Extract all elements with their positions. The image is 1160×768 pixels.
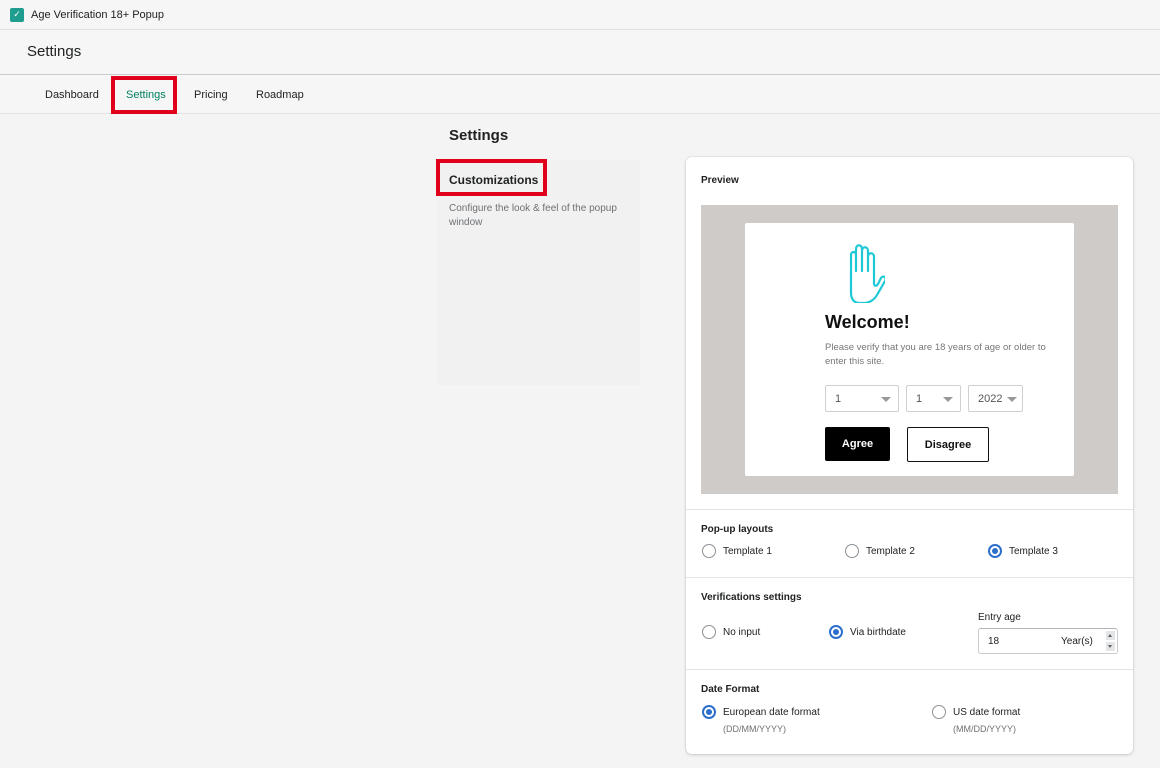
- agree-button[interactable]: Agree: [825, 427, 890, 461]
- radio-circle: [702, 544, 716, 558]
- customizations-description: Configure the look & feel of the popup w…: [449, 203, 617, 228]
- european-date-note: (DD/MM/YYYY): [723, 724, 786, 734]
- radio-circle-selected: [829, 625, 843, 639]
- app-name: Age Verification 18+ Popup: [31, 8, 165, 21]
- page-title: Settings: [27, 43, 82, 60]
- disagree-button[interactable]: Disagree: [907, 427, 989, 462]
- popup-title: Welcome!: [825, 312, 910, 332]
- settings-card: Preview Welcome! Please verify that you …: [686, 157, 1133, 754]
- day-value: 1: [835, 392, 842, 405]
- radio-circle-selected: [988, 544, 1002, 558]
- day-select[interactable]: 1: [825, 385, 899, 412]
- year-value: 2022: [978, 392, 1003, 405]
- date-format-label: Date Format: [701, 684, 760, 695]
- popup-preview: Welcome! Please verify that you are 18 y…: [745, 223, 1074, 476]
- divider: [686, 577, 1133, 578]
- entry-age-label: Entry age: [978, 612, 1021, 623]
- layouts-label: Pop-up layouts: [701, 524, 774, 535]
- month-value: 1: [916, 392, 923, 405]
- radio-circle: [845, 544, 859, 558]
- customizations-highlight: [436, 159, 547, 196]
- verification-label: Verifications settings: [701, 592, 802, 603]
- radio-via-birthdate[interactable]: Via birthdate: [829, 625, 906, 639]
- radio-template-1[interactable]: Template 1: [702, 544, 772, 558]
- radio-no-input[interactable]: No input: [702, 625, 760, 639]
- radio-label: Template 2: [866, 545, 915, 557]
- app-logo-icon: ✓: [10, 7, 24, 22]
- popup-description: Please verify that you are 18 years of a…: [825, 342, 1046, 367]
- page-header: Settings: [0, 30, 1160, 75]
- tab-dashboard[interactable]: Dashboard: [45, 75, 99, 114]
- chevron-down-icon: [1007, 397, 1017, 402]
- radio-template-2[interactable]: Template 2: [845, 544, 915, 558]
- preview-label: Preview: [701, 175, 739, 186]
- radio-label: No input: [723, 626, 761, 638]
- section-title: Settings: [449, 127, 509, 144]
- radio-european-date[interactable]: European date format: [702, 705, 820, 719]
- caret-up-icon[interactable]: [1106, 631, 1115, 640]
- tab-roadmap[interactable]: Roadmap: [256, 75, 304, 114]
- divider: [686, 509, 1133, 510]
- us-date-note: (MM/DD/YYYY): [953, 724, 1016, 734]
- tab-pricing[interactable]: Pricing: [194, 75, 228, 114]
- preview-area: Welcome! Please verify that you are 18 y…: [701, 205, 1118, 494]
- entry-age-stepper[interactable]: [1106, 631, 1115, 651]
- month-select[interactable]: 1: [906, 385, 961, 412]
- caret-down-icon[interactable]: [1106, 642, 1115, 651]
- tab-settings-highlight: [111, 76, 177, 114]
- radio-label: European date format: [723, 706, 820, 718]
- radio-us-date[interactable]: US date format: [932, 705, 1020, 719]
- hand-stop-icon: [849, 244, 885, 303]
- year-select[interactable]: 2022: [968, 385, 1023, 412]
- radio-label: Via birthdate: [850, 626, 906, 638]
- entry-age-suffix: Year(s): [1061, 636, 1093, 647]
- radio-label: Template 3: [1009, 545, 1058, 557]
- app-bar: ✓ Age Verification 18+ Popup: [0, 0, 1160, 30]
- divider: [686, 669, 1133, 670]
- entry-age-value: 18: [988, 636, 1000, 647]
- radio-circle: [932, 705, 946, 719]
- radio-label: Template 1: [723, 545, 772, 557]
- radio-circle-selected: [702, 705, 716, 719]
- radio-label: US date format: [953, 706, 1021, 718]
- radio-template-3[interactable]: Template 3: [988, 544, 1058, 558]
- chevron-down-icon: [881, 397, 891, 402]
- radio-circle: [702, 625, 716, 639]
- chevron-down-icon: [943, 397, 953, 402]
- entry-age-input[interactable]: 18 Year(s): [978, 628, 1118, 654]
